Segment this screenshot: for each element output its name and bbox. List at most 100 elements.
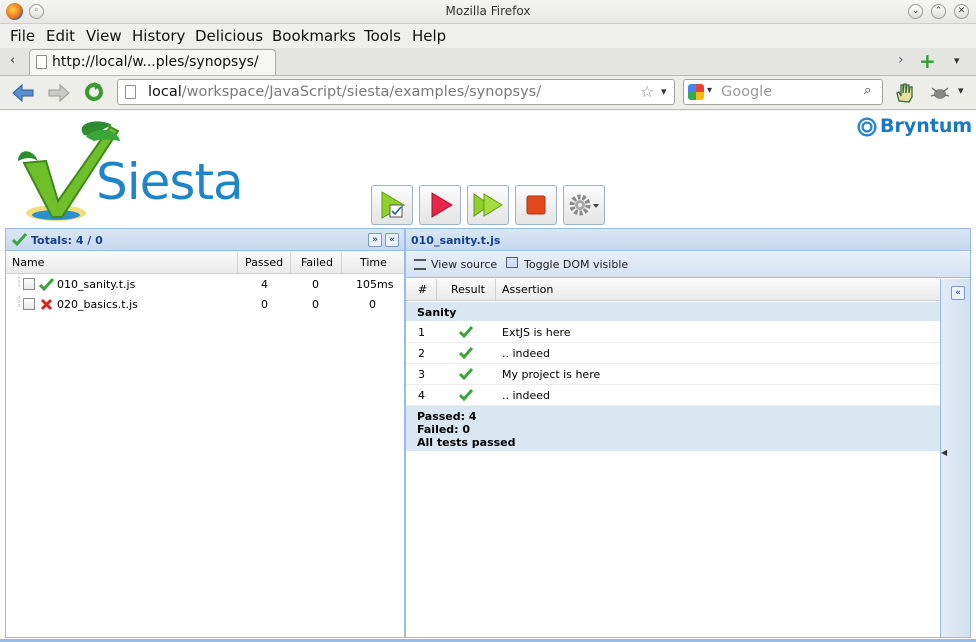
forward-icon[interactable]	[47, 83, 71, 103]
tree-line: ┆	[16, 277, 23, 288]
column-failed[interactable]: Failed	[301, 256, 333, 269]
run-failed-button[interactable]	[419, 185, 461, 225]
column-result[interactable]: Result	[451, 283, 485, 296]
menu-delicious[interactable]: Delicious	[195, 27, 263, 45]
hand-icon[interactable]	[893, 81, 917, 105]
collapse-all-icon[interactable]: «	[385, 233, 399, 247]
assertion-text: .. indeed	[502, 347, 551, 360]
pass-check-icon	[459, 368, 473, 380]
run-checked-button[interactable]	[371, 185, 413, 225]
gear-icon	[569, 194, 599, 216]
run-checked-icon	[381, 191, 405, 219]
menu-tools[interactable]: Tools	[364, 27, 401, 45]
tab-scroll-left-icon[interactable]: ‹	[10, 53, 15, 68]
run-all-icon	[473, 193, 503, 217]
run-failed-icon	[431, 192, 453, 218]
column-name[interactable]: Name	[12, 256, 44, 269]
column-time[interactable]: Time	[360, 256, 387, 269]
settings-button[interactable]	[563, 185, 605, 225]
search-bar[interactable]: ▾ Google ⌕	[683, 79, 883, 105]
assertion-panel: 010_sanity.t.js View source Toggle DOM v…	[405, 228, 971, 638]
test-name: 010_sanity.t.js	[57, 278, 136, 291]
stop-button[interactable]	[515, 185, 557, 225]
menu-bar: File Edit View History Delicious Bookmar…	[0, 24, 976, 48]
assertion-row[interactable]: 3 My project is here	[406, 364, 940, 385]
summary-all-passed: All tests passed	[417, 436, 516, 449]
tab-scroll-right-icon[interactable]: ›	[898, 52, 904, 68]
tab-synopsys[interactable]: http://local/w...ples/synopsys/	[29, 49, 276, 75]
toggle-dom-button[interactable]: Toggle DOM visible	[524, 258, 628, 271]
view-source-icon[interactable]	[414, 259, 426, 270]
pass-check-icon	[12, 233, 27, 246]
url-text[interactable]: local/workspace/JavaScript/siesta/exampl…	[148, 84, 541, 100]
minimize-button[interactable]: ⌄	[908, 4, 923, 19]
assertion-row[interactable]: 1 ExtJS is here	[406, 322, 940, 343]
window-titlebar: ◦ Mozilla Firefox ⌄ ⌃ ✕	[0, 0, 976, 24]
test-list-header: Totals: 4 / 0 » «	[6, 229, 404, 251]
maximize-button[interactable]: ⌃	[931, 4, 946, 19]
site-identity-icon[interactable]	[125, 85, 136, 99]
pass-check-icon	[459, 347, 473, 359]
test-row[interactable]: ┆ 020_basics.t.js 0 0 0	[6, 295, 404, 315]
dom-panel-collapsed[interactable]: « ◀	[940, 279, 970, 637]
assertion-number: 1	[418, 326, 425, 339]
url-history-dropdown-icon[interactable]: ▾	[661, 85, 667, 98]
bookmark-star-icon[interactable]: ☆	[640, 82, 654, 101]
test-passed: 4	[261, 278, 268, 291]
test-row[interactable]: ┆ 010_sanity.t.js 4 0 105ms	[6, 275, 404, 295]
back-icon[interactable]	[11, 83, 35, 103]
column-number[interactable]: #	[418, 283, 427, 296]
menu-file[interactable]: File	[10, 27, 35, 45]
test-time: 0	[369, 298, 376, 311]
assertion-row[interactable]: 2 .. indeed	[406, 343, 940, 364]
tab-list-icon[interactable]: ▾	[954, 54, 960, 67]
assertion-row[interactable]: 4 .. indeed	[406, 385, 940, 406]
page-content: Siesta Bryntum Totals: 4 / 0 » « Name Pa…	[0, 111, 976, 642]
column-passed[interactable]: Passed	[245, 256, 283, 269]
reload-icon[interactable]	[83, 81, 105, 103]
search-input[interactable]: Google	[721, 84, 772, 100]
column-assertion[interactable]: Assertion	[502, 283, 553, 296]
menu-edit[interactable]: Edit	[46, 27, 75, 45]
test-list-panel: Totals: 4 / 0 » « Name Passed Failed Tim…	[5, 228, 405, 638]
menu-history[interactable]: History	[132, 27, 185, 45]
group-label: Sanity	[417, 306, 457, 319]
pass-check-icon	[39, 278, 54, 291]
splitter-arrow-icon[interactable]: ◀	[941, 448, 947, 457]
menu-view[interactable]: View	[86, 27, 122, 45]
tab-bar: ‹ http://local/w...ples/synopsys/ › + ▾	[0, 48, 976, 76]
run-all-button[interactable]	[467, 185, 509, 225]
new-tab-icon[interactable]: +	[919, 49, 936, 73]
assertion-group-header[interactable]: Sanity	[406, 302, 940, 321]
toolbar-dropdown-icon[interactable]: ▾	[958, 84, 964, 97]
column-separator	[290, 252, 291, 274]
monitor-icon[interactable]	[506, 257, 518, 268]
firebug-icon[interactable]	[930, 84, 950, 102]
close-button[interactable]: ✕	[954, 4, 969, 19]
bryntum-logo[interactable]: Bryntum	[856, 115, 972, 138]
expand-all-icon[interactable]: »	[368, 233, 382, 247]
url-bar[interactable]: local/workspace/JavaScript/siesta/exampl…	[117, 79, 675, 105]
expand-dom-panel-icon[interactable]: «	[951, 286, 965, 300]
fail-cross-icon	[40, 298, 53, 311]
siesta-logo-text: Siesta	[96, 153, 244, 211]
test-checkbox[interactable]	[23, 298, 35, 310]
totals-label: Totals: 4 / 0	[31, 234, 103, 247]
test-failed: 0	[312, 278, 319, 291]
assertion-text: .. indeed	[502, 389, 551, 402]
bryntum-icon	[856, 115, 878, 138]
test-failed: 0	[312, 298, 319, 311]
google-icon[interactable]	[688, 84, 704, 100]
view-source-button[interactable]: View source	[431, 258, 497, 271]
test-passed: 0	[261, 298, 268, 311]
menu-bookmarks[interactable]: Bookmarks	[272, 27, 356, 45]
window-title: Mozilla Firefox	[445, 4, 531, 18]
pass-check-icon	[459, 326, 473, 338]
column-separator	[341, 252, 342, 274]
test-checkbox[interactable]	[23, 278, 35, 290]
test-time: 105ms	[356, 278, 394, 291]
binoculars-icon[interactable]: ⌕	[864, 83, 871, 98]
column-separator	[495, 279, 496, 301]
search-engine-dropdown-icon[interactable]: ▾	[707, 85, 712, 96]
menu-help[interactable]: Help	[412, 27, 446, 45]
